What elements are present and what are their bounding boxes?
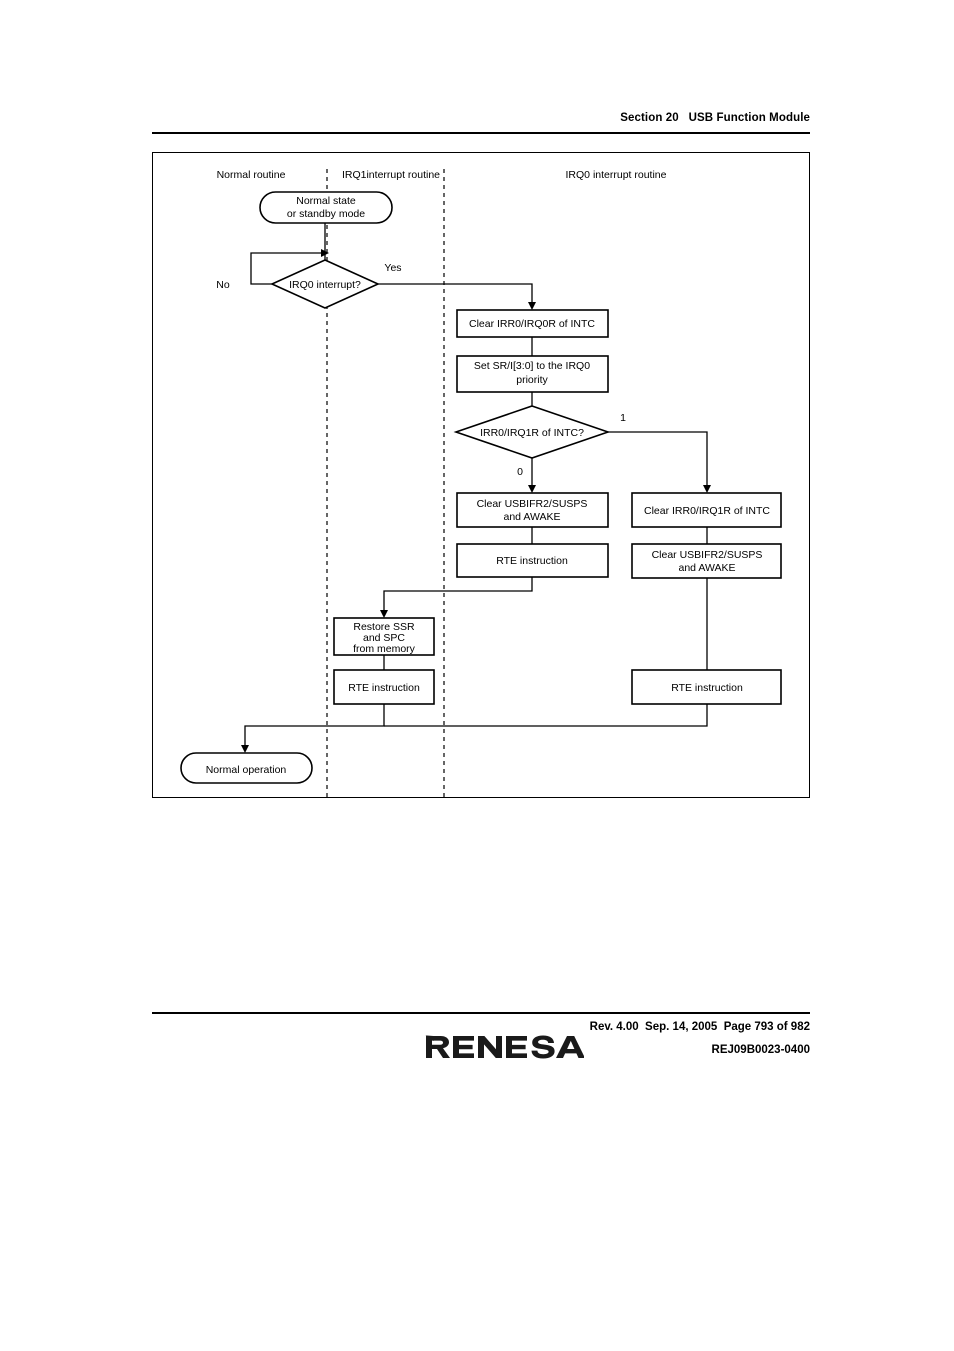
arrowhead-one-branch xyxy=(703,485,711,493)
renesas-logo xyxy=(424,1032,584,1062)
arrowhead-end-terminal xyxy=(241,745,249,753)
lane-label-irq1-routine: IRQ1interrupt routine xyxy=(342,169,440,181)
process-restore-ssr-spc-line3: from memory xyxy=(353,643,416,655)
header-divider-rule xyxy=(152,132,810,134)
footer-revision: Rev. 4.00 Sep. 14, 2005 Page 793 of 982 xyxy=(589,1021,810,1033)
process-clear-usbifr2-right-line1: Clear USBIFR2/SUSPS xyxy=(652,549,763,561)
decision-irq0-interrupt-label: IRQ0 interrupt? xyxy=(289,279,361,291)
lane-label-normal-routine: Normal routine xyxy=(217,169,286,181)
connector-rte-left-to-end xyxy=(244,704,385,745)
process-clear-irr0-irq1r-label: Clear IRR0/IRQ1R of INTC xyxy=(644,505,770,517)
arrowhead-restore-ssr xyxy=(380,610,388,618)
process-clear-usbifr2-middle-line2: and AWAKE xyxy=(503,511,560,523)
flowchart-figure-frame: Normal routine IRQ1interrupt routine IRQ… xyxy=(152,152,810,799)
lane-label-irq0-routine: IRQ0 interrupt routine xyxy=(566,169,667,181)
edge-label-zero: 0 xyxy=(517,466,523,478)
process-rte-middle-label: RTE instruction xyxy=(496,555,568,567)
edge-label-no: No xyxy=(216,279,230,291)
connector-rte-right-to-join xyxy=(384,704,708,727)
start-terminal-line1: Normal state xyxy=(296,195,356,207)
process-set-sr-priority-line2: priority xyxy=(516,374,548,386)
end-terminal-label: Normal operation xyxy=(206,764,287,776)
edge-label-yes: Yes xyxy=(384,262,401,274)
process-rte-left-label: RTE instruction xyxy=(348,682,420,694)
connector-one-branch xyxy=(608,431,708,485)
connector-yes-branch xyxy=(378,283,533,302)
arrowhead-zero-branch xyxy=(528,485,536,493)
decision-irr0-irq1r-label: IRR0/IRQ1R of INTC? xyxy=(480,427,584,439)
footer-document-code: REJ09B0023-0400 xyxy=(711,1044,810,1056)
edge-label-one: 1 xyxy=(620,412,626,424)
section-title: Section 20 USB Function Module xyxy=(620,112,810,124)
footer-divider-rule xyxy=(152,1012,810,1014)
arrowhead-yes-branch xyxy=(528,302,536,310)
process-rte-right-label: RTE instruction xyxy=(671,682,743,694)
process-clear-usbifr2-middle-line1: Clear USBIFR2/SUSPS xyxy=(477,498,588,510)
page-header: Section 20 USB Function Module xyxy=(152,112,810,124)
connector-rte-middle-to-restore xyxy=(383,577,533,610)
process-set-sr-priority-line1: Set SR/I[3:0] to the IRQ0 xyxy=(474,360,590,372)
process-clear-usbifr2-right-line2: and AWAKE xyxy=(678,562,735,574)
process-clear-irr0-irq0r-label: Clear IRR0/IRQ0R of INTC xyxy=(469,318,595,330)
flowchart-diagram: Normal routine IRQ1interrupt routine IRQ… xyxy=(180,169,782,799)
page-footer: Rev. 4.00 Sep. 14, 2005 Page 793 of 982 … xyxy=(152,1016,810,1074)
start-terminal-line2: or standby mode xyxy=(287,208,365,220)
